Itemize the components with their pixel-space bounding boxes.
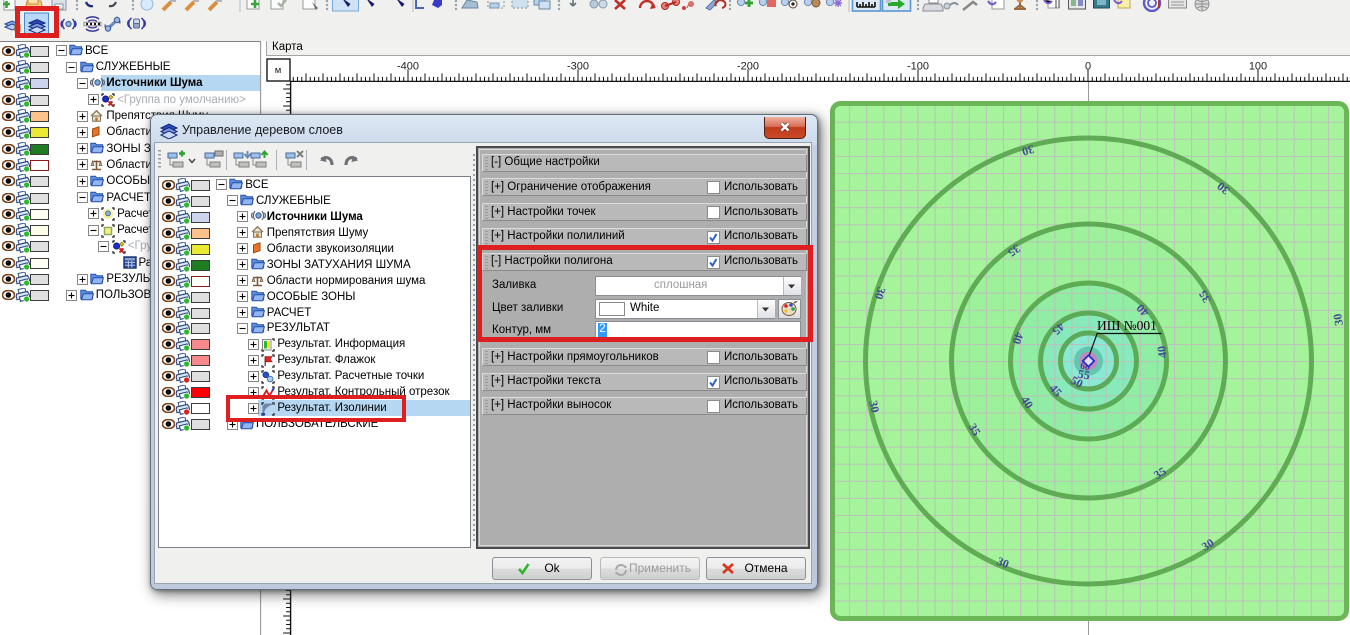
svg-text:40: 40 [1154, 345, 1169, 359]
svg-text:-100: -100 [907, 61, 929, 73]
svg-text:-300: -300 [567, 61, 589, 73]
svg-text:0: 0 [1085, 61, 1091, 73]
svg-text:ИШ №001: ИШ №001 [1097, 318, 1157, 333]
svg-text:м: м [275, 65, 282, 76]
svg-text:100: 100 [1249, 61, 1267, 73]
svg-text:30: 30 [1330, 313, 1346, 327]
svg-text:-400: -400 [397, 61, 419, 73]
svg-text:-200: -200 [737, 61, 759, 73]
